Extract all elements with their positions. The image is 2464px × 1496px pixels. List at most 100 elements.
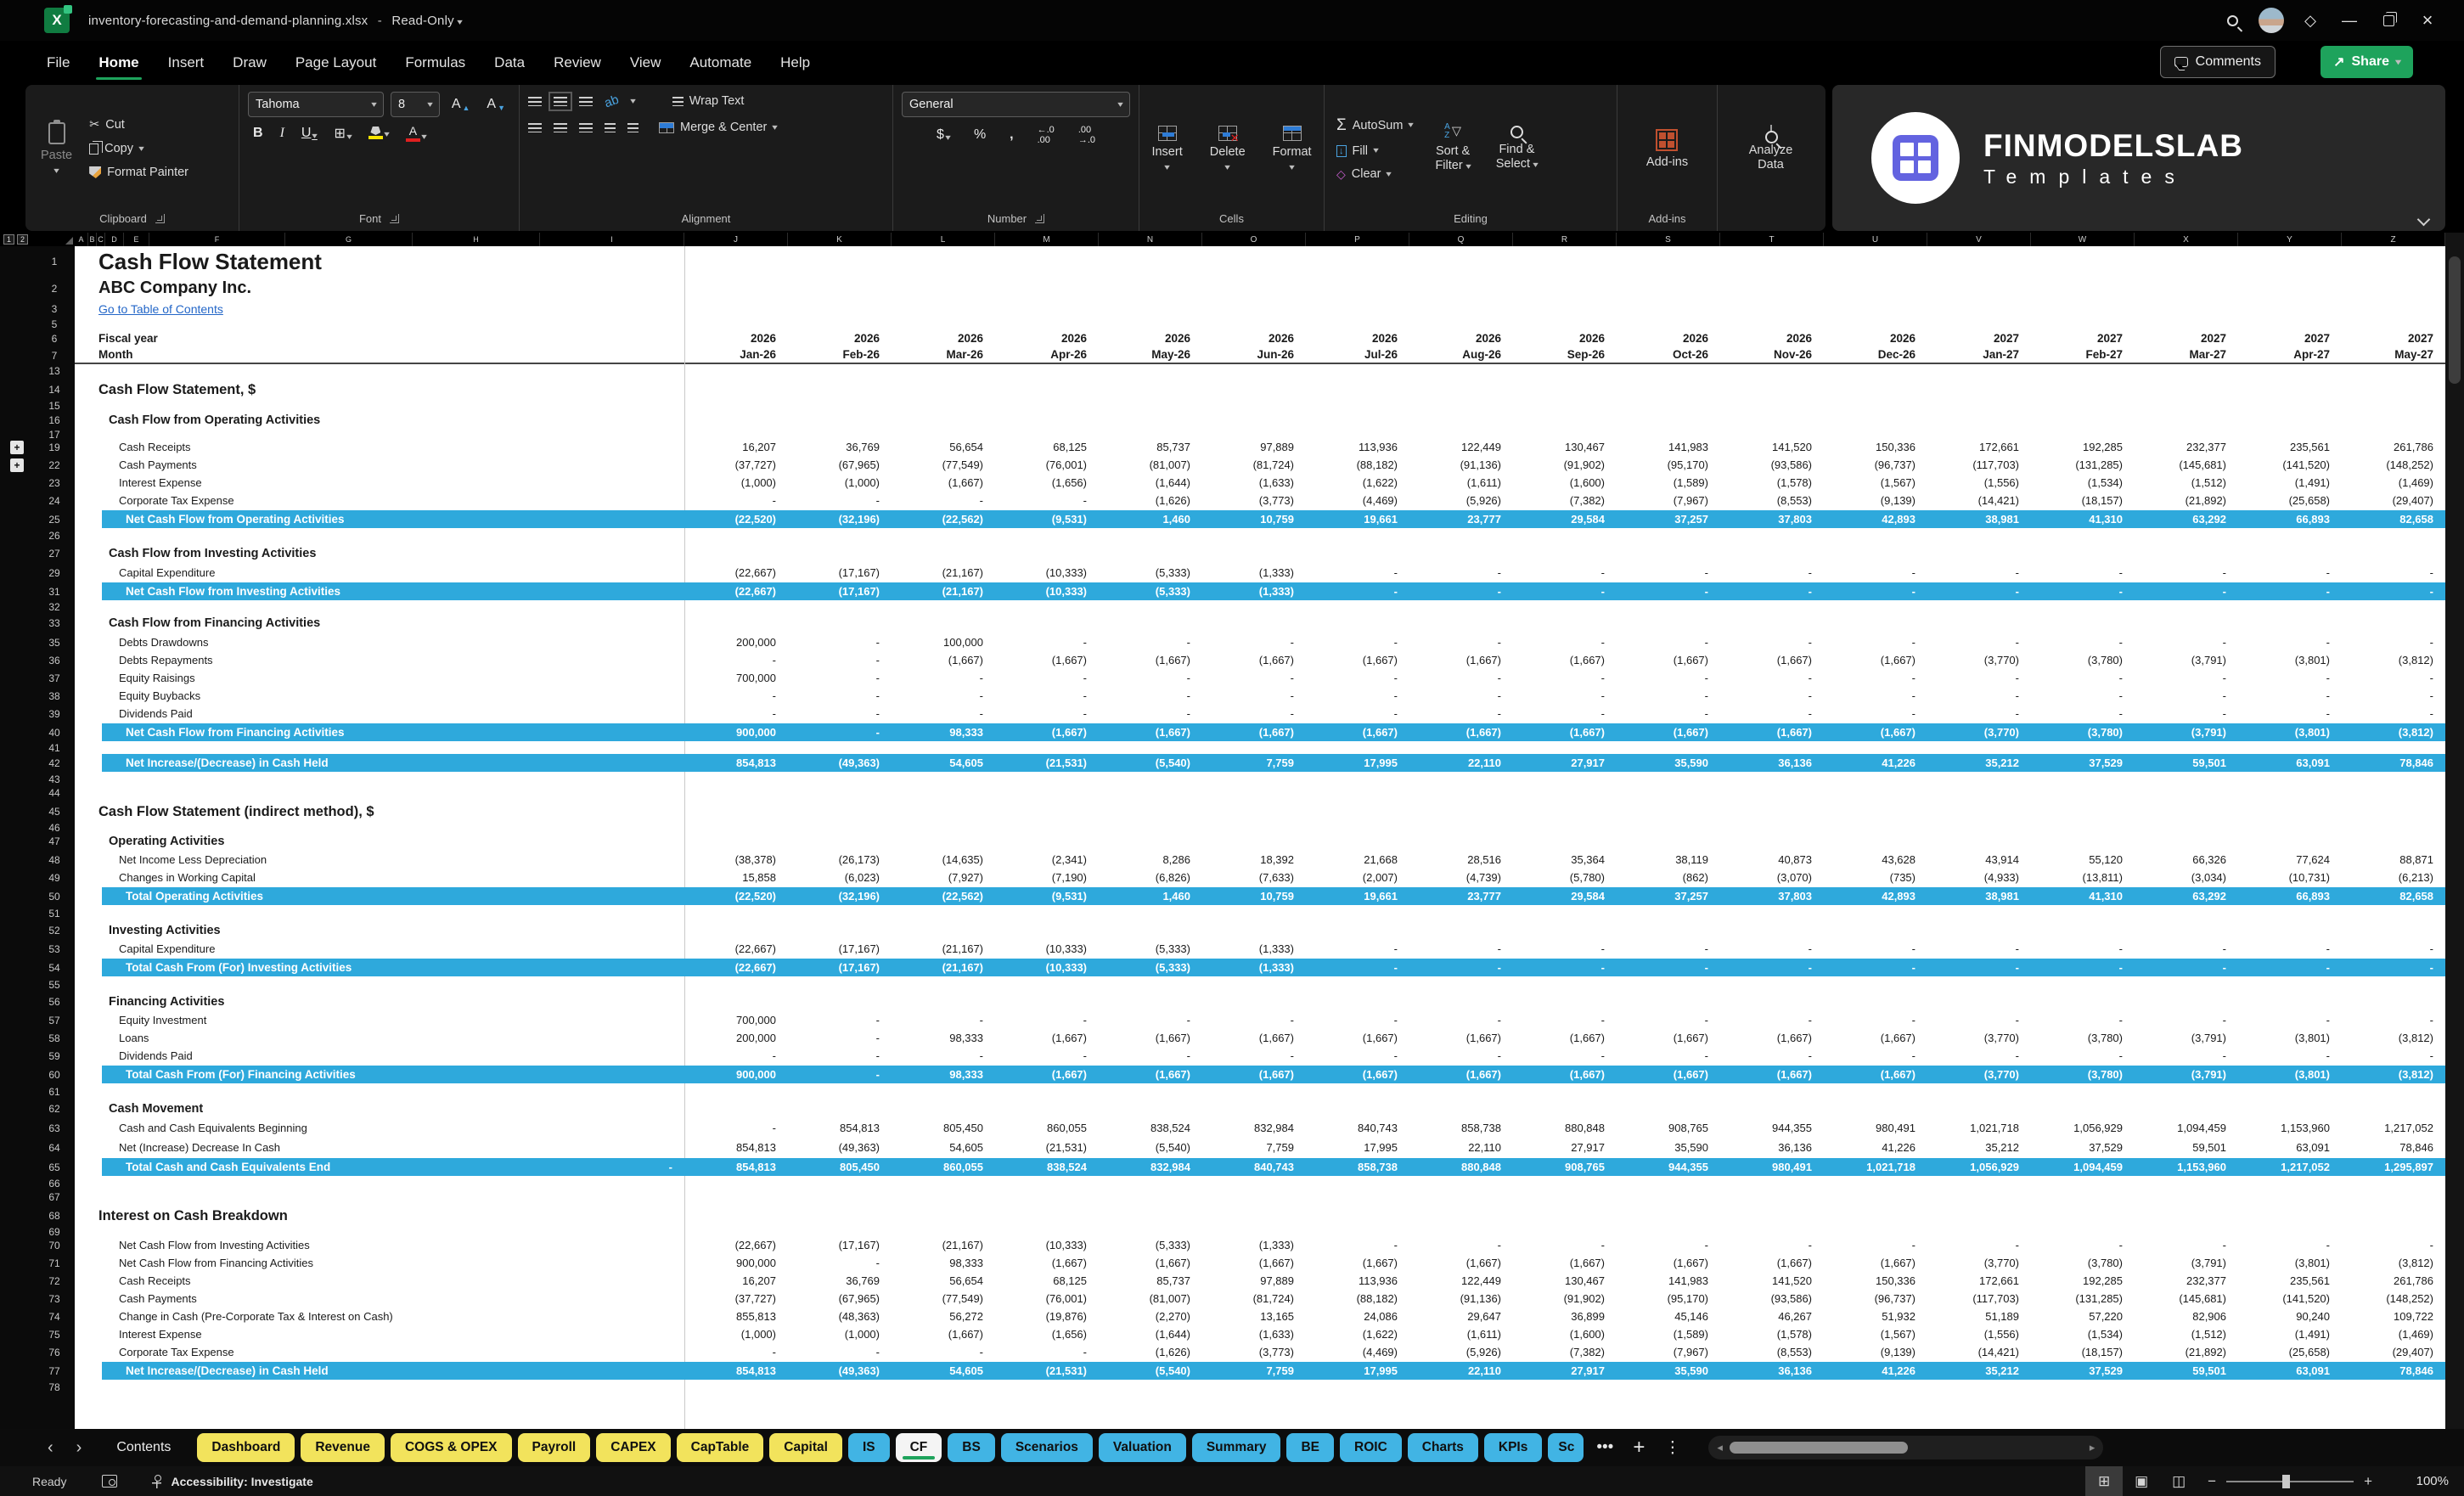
row-header-58[interactable]: 58 [34, 1029, 75, 1047]
cell-T40[interactable]: (1,667) [1720, 726, 1824, 739]
cell-Y19[interactable]: 235,561 [2238, 441, 2342, 453]
cell-K49[interactable]: (6,023) [788, 871, 892, 884]
cell-S49[interactable]: (862) [1617, 871, 1720, 884]
total-label-cell[interactable]: Total Cash From (For) Investing Activiti… [102, 961, 684, 974]
cell-M72[interactable]: 68,125 [995, 1274, 1099, 1287]
cell-K75[interactable]: (1,000) [788, 1328, 892, 1341]
label-cell-35[interactable]: Debts Drawdowns [75, 633, 684, 651]
zoom-percentage[interactable]: 100% [2382, 1474, 2449, 1488]
number-dialog-launcher[interactable] [1035, 214, 1044, 223]
cell-U25[interactable]: 42,893 [1824, 513, 1927, 526]
label-cell-71[interactable]: Net Cash Flow from Financing Activities [75, 1254, 684, 1272]
cell-Z63[interactable]: 1,217,052 [2342, 1122, 2445, 1134]
cell-S48[interactable]: 38,119 [1617, 853, 1720, 866]
cell-Q24[interactable]: (5,926) [1409, 494, 1513, 507]
cell-Z50[interactable]: 82,658 [2342, 890, 2445, 903]
merge-center-button[interactable]: Merge & Center▾ [655, 118, 780, 137]
cell-M60[interactable]: (1,667) [995, 1068, 1099, 1081]
cell-X63[interactable]: 1,094,459 [2135, 1122, 2238, 1134]
cell-R57[interactable]: - [1513, 1014, 1617, 1026]
cell-Y50[interactable]: 66,893 [2238, 890, 2342, 903]
percent-format-button[interactable]: % [969, 127, 991, 143]
cell-V63[interactable]: 1,021,718 [1927, 1122, 2031, 1134]
cell-Y40[interactable]: (3,801) [2238, 726, 2342, 739]
cell-M65[interactable]: 838,524 [995, 1161, 1099, 1173]
column-header-Y[interactable]: Y [2238, 233, 2342, 246]
cell-L70[interactable]: (21,167) [892, 1239, 995, 1251]
row-header-57[interactable]: 57 [34, 1011, 75, 1029]
cell-V48[interactable]: 43,914 [1927, 853, 2031, 866]
cell-U48[interactable]: 43,628 [1824, 853, 1927, 866]
cell-L58[interactable]: 98,333 [892, 1032, 995, 1044]
cell-Z72[interactable]: 261,786 [2342, 1274, 2445, 1287]
row-header-32[interactable]: 32 [34, 601, 75, 612]
cell-Y72[interactable]: 235,561 [2238, 1274, 2342, 1287]
cell-Q75[interactable]: (1,611) [1409, 1328, 1513, 1341]
bold-button[interactable]: B [248, 125, 268, 142]
sheet-tab-capital[interactable]: Capital [769, 1433, 842, 1462]
cell-S77[interactable]: 35,590 [1617, 1364, 1720, 1377]
cell-Z39[interactable]: - [2342, 707, 2445, 720]
cell-W72[interactable]: 192,285 [2031, 1274, 2135, 1287]
cell-L75[interactable]: (1,667) [892, 1328, 995, 1341]
cell-T22[interactable]: (93,586) [1720, 458, 1824, 471]
cell-S25[interactable]: 37,257 [1617, 513, 1720, 526]
column-header-L[interactable]: L [892, 233, 995, 246]
cell-S7[interactable]: Oct-26 [1617, 348, 1720, 361]
menu-tab-page-layout[interactable]: Page Layout [281, 46, 391, 80]
label-cell-73[interactable]: Cash Payments [75, 1290, 684, 1308]
cell-Z6[interactable]: 2027 [2342, 332, 2445, 345]
cell-O25[interactable]: 10,759 [1202, 513, 1306, 526]
cell-Z49[interactable]: (6,213) [2342, 871, 2445, 884]
cell-O74[interactable]: 13,165 [1202, 1310, 1306, 1323]
cell-O36[interactable]: (1,667) [1202, 654, 1306, 666]
cell-P49[interactable]: (2,007) [1306, 871, 1409, 884]
cell-V7[interactable]: Jan-27 [1927, 348, 2031, 361]
row-header-63[interactable]: 63 [34, 1118, 75, 1138]
cell-L23[interactable]: (1,667) [892, 476, 995, 489]
cell-Y76[interactable]: (25,658) [2238, 1346, 2342, 1358]
cell-V71[interactable]: (3,770) [1927, 1257, 2031, 1269]
cell-U6[interactable]: 2026 [1824, 332, 1927, 345]
cell-R36[interactable]: (1,667) [1513, 654, 1617, 666]
cell-T7[interactable]: Nov-26 [1720, 348, 1824, 361]
cell-M50[interactable]: (9,531) [995, 890, 1099, 903]
cell-L71[interactable]: 98,333 [892, 1257, 995, 1269]
cell-K60[interactable]: - [788, 1068, 892, 1081]
increase-font-button[interactable]: A▲ [447, 96, 475, 113]
font-dialog-launcher[interactable] [390, 214, 399, 223]
cell-N7[interactable]: May-26 [1099, 348, 1202, 361]
cell-M35[interactable]: - [995, 636, 1099, 649]
cell-W64[interactable]: 37,529 [2031, 1141, 2135, 1154]
cell-L35[interactable]: 100,000 [892, 636, 995, 649]
row-header-74[interactable]: 74 [34, 1308, 75, 1325]
column-header-Q[interactable]: Q [1409, 233, 1513, 246]
cell-Q40[interactable]: (1,667) [1409, 726, 1513, 739]
row-header-73[interactable]: 73 [34, 1290, 75, 1308]
cell-Q57[interactable]: - [1409, 1014, 1513, 1026]
cell-J23[interactable]: (1,000) [684, 476, 788, 489]
cell-V6[interactable]: 2027 [1927, 332, 2031, 345]
restore-button[interactable] [2369, 0, 2408, 41]
row-header-19[interactable]: 19 [34, 438, 75, 456]
cell-L39[interactable]: - [892, 707, 995, 720]
cell-S35[interactable]: - [1617, 636, 1720, 649]
cell-R76[interactable]: (7,382) [1513, 1346, 1617, 1358]
cell-Y71[interactable]: (3,801) [2238, 1257, 2342, 1269]
cell-Y59[interactable]: - [2238, 1049, 2342, 1062]
cell-U36[interactable]: (1,667) [1824, 654, 1927, 666]
cell-N64[interactable]: (5,540) [1099, 1141, 1202, 1154]
account-avatar[interactable] [2252, 0, 2291, 41]
cell-P48[interactable]: 21,668 [1306, 853, 1409, 866]
cell-M37[interactable]: - [995, 672, 1099, 684]
cell-T24[interactable]: (8,553) [1720, 494, 1824, 507]
cell-Q36[interactable]: (1,667) [1409, 654, 1513, 666]
zoom-slider[interactable] [2226, 1481, 2354, 1482]
menu-tab-formulas[interactable]: Formulas [391, 46, 480, 80]
row-header-1[interactable]: 1 [34, 246, 75, 277]
cell-Z64[interactable]: 78,846 [2342, 1141, 2445, 1154]
scroll-right-icon[interactable]: ▸ [2090, 1441, 2096, 1454]
cell-O71[interactable]: (1,667) [1202, 1257, 1306, 1269]
cell-Q60[interactable]: (1,667) [1409, 1068, 1513, 1081]
cell-P31[interactable]: - [1306, 585, 1409, 598]
